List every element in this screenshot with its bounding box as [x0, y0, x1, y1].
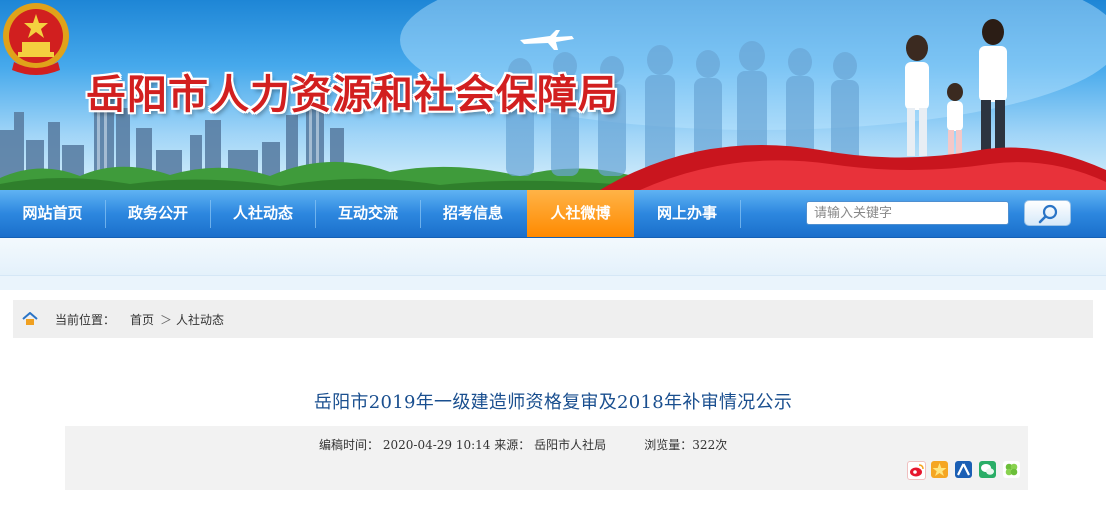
- source: 岳阳市人社局: [534, 438, 607, 452]
- site-title: 岳阳市人力资源和社会保障局: [86, 71, 619, 118]
- national-emblem-icon: [3, 3, 69, 75]
- sub-navigation-bar: [0, 238, 1106, 276]
- breadcrumb-separator: ＞: [160, 313, 173, 327]
- breadcrumb-home-link[interactable]: 首页: [130, 311, 154, 328]
- nav-item-online-services[interactable]: 网上办事: [635, 190, 739, 237]
- nav-divider: [740, 200, 741, 228]
- edit-time-label: 编稿时间：: [319, 438, 380, 452]
- article-title: 岳阳市2019年一级建造师资格复审及2018年补审情况公示: [313, 392, 793, 413]
- views-label: 浏览量：: [644, 438, 693, 452]
- section-spacer: [0, 276, 1106, 290]
- article-meta-line: 编稿时间： 2020-04-29 10:14 来源： 岳阳市人社局 浏览量：32…: [319, 436, 727, 453]
- nav-item-home[interactable]: 网站首页: [0, 190, 105, 237]
- breadcrumb-current[interactable]: 人社动态: [176, 311, 224, 328]
- weibo-icon[interactable]: [907, 461, 926, 480]
- search-button[interactable]: [1024, 200, 1071, 226]
- qzone-icon[interactable]: [931, 461, 948, 478]
- search-input[interactable]: [806, 201, 1009, 225]
- renren-icon[interactable]: [955, 461, 972, 478]
- nav-item-news[interactable]: 人社动态: [211, 190, 315, 237]
- nav-item-interaction[interactable]: 互动交流: [316, 190, 420, 237]
- search-icon: [1038, 204, 1058, 224]
- breadcrumb-label: 当前位置：: [55, 313, 116, 327]
- breadcrumb: 当前位置： 首页 ＞ 人社动态: [13, 300, 1093, 338]
- wechat-icon[interactable]: [979, 461, 996, 478]
- home-icon[interactable]: [22, 312, 38, 326]
- nav-item-government-affairs[interactable]: 政务公开: [106, 190, 210, 237]
- site-banner: 岳阳市人力资源和社会保障局: [0, 0, 1106, 190]
- clover-icon[interactable]: [1003, 461, 1020, 478]
- views-count: 322次: [692, 438, 728, 452]
- nav-item-recruitment[interactable]: 招考信息: [421, 190, 525, 237]
- article-meta: 编稿时间： 2020-04-29 10:14 来源： 岳阳市人社局 浏览量：32…: [65, 426, 1028, 490]
- edit-time: 2020-04-29 10:14: [382, 438, 491, 452]
- nav-item-weibo[interactable]: 人社微博: [527, 190, 634, 237]
- source-label: 来源：: [494, 438, 531, 452]
